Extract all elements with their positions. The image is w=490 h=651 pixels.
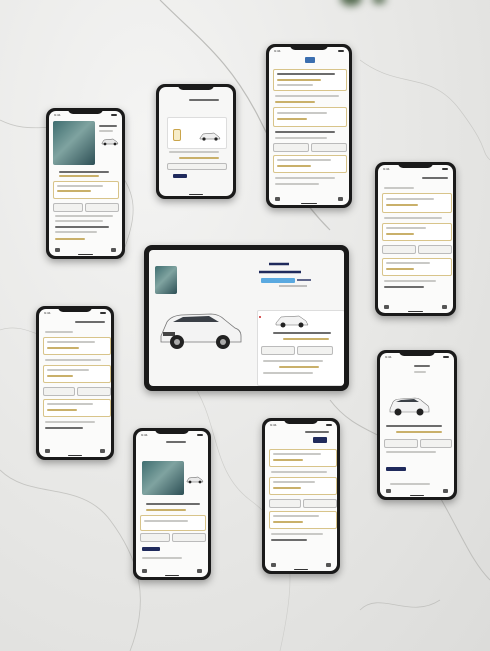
- phone-top-right: 9:41: [266, 44, 352, 208]
- brand-logo: [313, 437, 327, 443]
- tablet-center: [144, 245, 349, 391]
- confirm-button[interactable]: [386, 467, 406, 471]
- car-icon: [101, 138, 119, 146]
- map-thumbnail: [155, 266, 177, 294]
- brand-logo: [259, 262, 311, 287]
- car-icon: [186, 476, 204, 484]
- map-thumbnail: [142, 461, 184, 495]
- phone-left-middle: 9:41: [36, 306, 114, 460]
- phone-small-top: [156, 84, 236, 199]
- map-thumbnail: [53, 121, 95, 165]
- phone-left-top: 9:41: [46, 108, 125, 259]
- confirm-button[interactable]: [142, 547, 160, 551]
- suv-car-image: [389, 397, 430, 416]
- brand-logo: [305, 57, 315, 63]
- car-icon: [275, 315, 309, 328]
- confirm-button[interactable]: [173, 174, 187, 178]
- phone-right-bottom: 9:41: [377, 350, 457, 500]
- car-icon: [199, 132, 221, 141]
- suv-car-image: [160, 313, 242, 349]
- phone-bottom-center: 9:41: [262, 418, 340, 574]
- phone-right: 9:41: [375, 162, 456, 316]
- phone-bottom-left: 9:41: [133, 428, 211, 580]
